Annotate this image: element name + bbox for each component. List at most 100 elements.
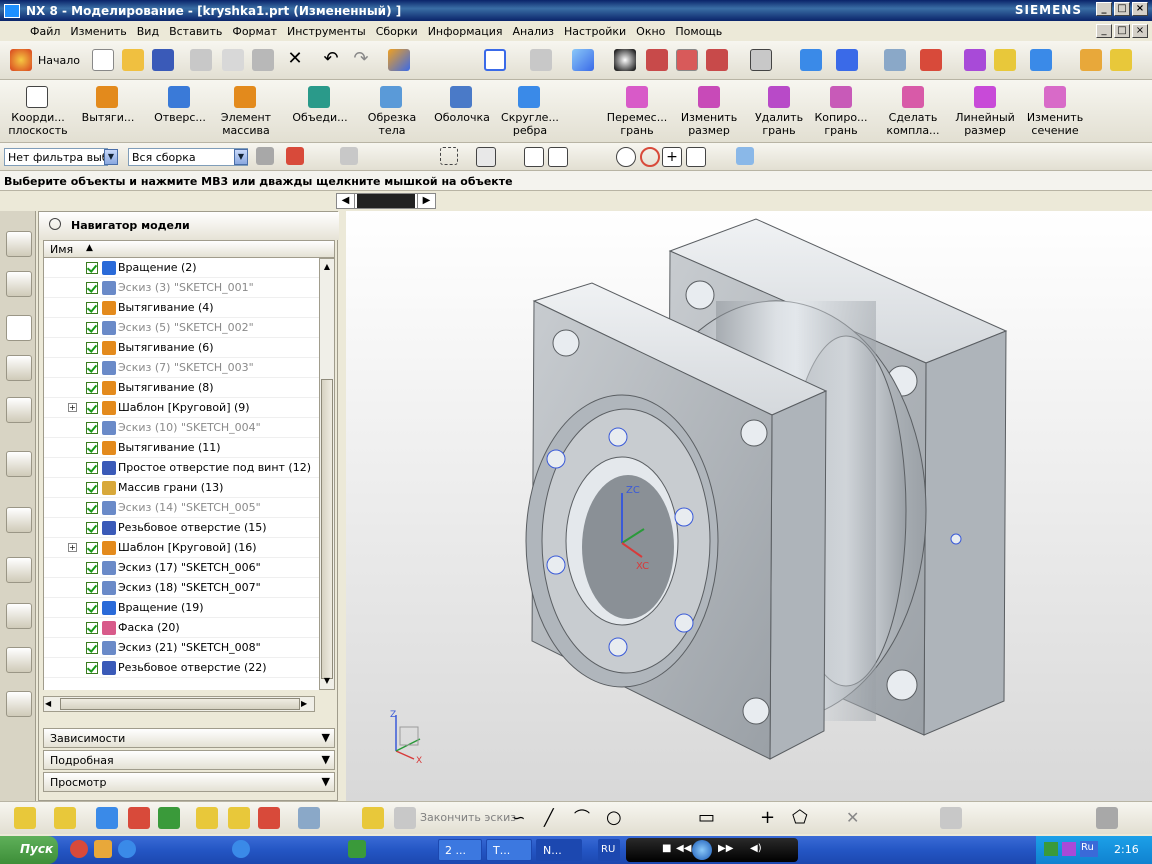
- paste-icon[interactable]: [252, 49, 274, 71]
- tree-row[interactable]: Вытягивание (11): [44, 438, 319, 458]
- tree-row[interactable]: Эскиз (10) "SKETCH_004": [44, 418, 319, 438]
- layer-icon[interactable]: [884, 49, 906, 71]
- exploded-view-icon[interactable]: [196, 807, 218, 829]
- task-explorer[interactable]: 2 ...: [438, 839, 482, 861]
- expand-icon[interactable]: +: [68, 403, 77, 412]
- tray-antivirus-icon[interactable]: [1062, 842, 1076, 856]
- quicklaunch-search-icon[interactable]: [118, 840, 136, 858]
- scope-filter-select[interactable]: [128, 148, 248, 166]
- tree-row[interactable]: Вращение (19): [44, 598, 319, 618]
- filter-icon[interactable]: [256, 147, 274, 165]
- tree-row[interactable]: Массив грани (13): [44, 478, 319, 498]
- tree-horizontal-scrollbar[interactable]: ◀ ▶: [43, 696, 315, 712]
- undo-icon[interactable]: ↶: [320, 49, 342, 71]
- section-view-icon[interactable]: [646, 49, 668, 71]
- visibility-checkbox[interactable]: [86, 301, 98, 314]
- visibility-checkbox[interactable]: [86, 501, 98, 514]
- delete-face-icon[interactable]: [768, 86, 790, 108]
- move-object-icon[interactable]: [836, 49, 858, 71]
- select-faces-icon[interactable]: [340, 147, 358, 165]
- point-icon[interactable]: +: [760, 807, 782, 829]
- visibility-checkbox[interactable]: [86, 341, 98, 354]
- volume-icon[interactable]: ◀): [750, 843, 762, 854]
- tree-vertical-scrollbar[interactable]: ▲ ▼: [319, 258, 335, 690]
- trim-body-label[interactable]: Обрезка тела: [362, 111, 422, 137]
- profile-icon[interactable]: ∽: [512, 807, 534, 829]
- menu-analysis[interactable]: Анализ: [513, 25, 555, 38]
- chevron-down-icon[interactable]: ▼: [322, 731, 330, 744]
- tree-row[interactable]: Эскиз (3) "SKETCH_001": [44, 278, 319, 298]
- scroll-down-icon[interactable]: ▼: [321, 674, 333, 688]
- chevron-down-icon[interactable]: ▼: [322, 753, 330, 766]
- quicklaunch-app-icon[interactable]: [94, 840, 112, 858]
- task-word[interactable]: Т...: [486, 839, 532, 861]
- process-studio-icon[interactable]: [6, 603, 32, 629]
- menu-tools[interactable]: Инструменты: [287, 25, 366, 38]
- part-navigator-icon[interactable]: [6, 315, 32, 341]
- delete-face-label[interactable]: Удалить грань: [748, 111, 810, 137]
- move-face-icon[interactable]: [626, 86, 648, 108]
- visibility-checkbox[interactable]: [86, 441, 98, 454]
- visibility-checkbox[interactable]: [86, 661, 98, 674]
- hd3d-tools-icon[interactable]: [6, 397, 32, 423]
- point-on-curve-icon[interactable]: [686, 147, 706, 167]
- clearance-icon[interactable]: [298, 807, 320, 829]
- expand-icon[interactable]: +: [68, 543, 77, 552]
- visibility-checkbox[interactable]: [86, 621, 98, 634]
- unite-icon[interactable]: [308, 86, 330, 108]
- add-component-icon[interactable]: [54, 807, 76, 829]
- shell-label[interactable]: Оболочка: [432, 111, 492, 124]
- sketch-icon[interactable]: [362, 807, 384, 829]
- chevron-down-icon[interactable]: ▼: [322, 775, 330, 788]
- visibility-checkbox[interactable]: [86, 461, 98, 474]
- chevron-left-icon[interactable]: ◀: [337, 194, 355, 208]
- rectangle-icon[interactable]: ▭: [698, 807, 720, 829]
- open-icon[interactable]: [122, 49, 144, 71]
- previous-icon[interactable]: ◀◀: [676, 843, 691, 854]
- datum-csys-icon[interactable]: [920, 49, 942, 71]
- zoom-icon[interactable]: [530, 49, 552, 71]
- copy-face-label[interactable]: Копиро... грань: [810, 111, 872, 137]
- menu-edit[interactable]: Изменить: [70, 25, 126, 38]
- assembly-navigator-icon[interactable]: [6, 231, 32, 257]
- visibility-checkbox[interactable]: [86, 261, 98, 274]
- menu-view[interactable]: Вид: [137, 25, 159, 38]
- snap-point-icon[interactable]: [476, 147, 496, 167]
- wcs-icon[interactable]: [800, 49, 822, 71]
- assembly-icon[interactable]: [14, 807, 36, 829]
- sequence-icon[interactable]: [228, 807, 250, 829]
- next-icon[interactable]: ▶▶: [718, 843, 733, 854]
- language-indicator[interactable]: RU: [598, 839, 620, 861]
- visibility-checkbox[interactable]: [86, 321, 98, 334]
- tree-row[interactable]: Эскиз (5) "SKETCH_002": [44, 318, 319, 338]
- scroll-right-icon[interactable]: ▶: [301, 697, 313, 711]
- start-button[interactable]: Начало: [38, 54, 80, 67]
- arc-icon[interactable]: ⌒: [574, 807, 596, 829]
- chevron-down-icon[interactable]: ▼: [104, 149, 118, 165]
- finish-sketch-button[interactable]: Закончить эскиз: [420, 811, 516, 824]
- delete-icon[interactable]: ✕: [284, 49, 306, 71]
- trim-body-icon[interactable]: [380, 86, 402, 108]
- select-all-icon[interactable]: [286, 147, 304, 165]
- preview-section[interactable]: Просмотр ▼: [43, 772, 335, 792]
- visibility-checkbox[interactable]: [86, 481, 98, 494]
- commands-finder-icon[interactable]: [388, 49, 410, 71]
- web-browser-icon[interactable]: [6, 451, 32, 477]
- cut-icon[interactable]: [190, 49, 212, 71]
- pause-icon[interactable]: [692, 840, 712, 860]
- body-icon[interactable]: [736, 147, 754, 165]
- visibility-checkbox[interactable]: [86, 421, 98, 434]
- media-player-bar[interactable]: ■ ◀◀ ▶▶ ◀): [626, 838, 798, 862]
- tree-row[interactable]: Эскиз (7) "SKETCH_003": [44, 358, 319, 378]
- menu-preferences[interactable]: Настройки: [564, 25, 626, 38]
- hscroll-thumb[interactable]: [60, 698, 300, 710]
- edge-blend-icon[interactable]: [518, 86, 540, 108]
- make-coplanar-icon[interactable]: [902, 86, 924, 108]
- system-materials-icon[interactable]: [6, 557, 32, 583]
- visibility-checkbox[interactable]: [86, 581, 98, 594]
- clip-section-icon[interactable]: [706, 49, 728, 71]
- circle-icon[interactable]: ○: [606, 807, 628, 829]
- menu-format[interactable]: Формат: [232, 25, 277, 38]
- doc-maximize-button[interactable]: □: [1114, 24, 1130, 38]
- reuse-library-icon[interactable]: [6, 355, 32, 381]
